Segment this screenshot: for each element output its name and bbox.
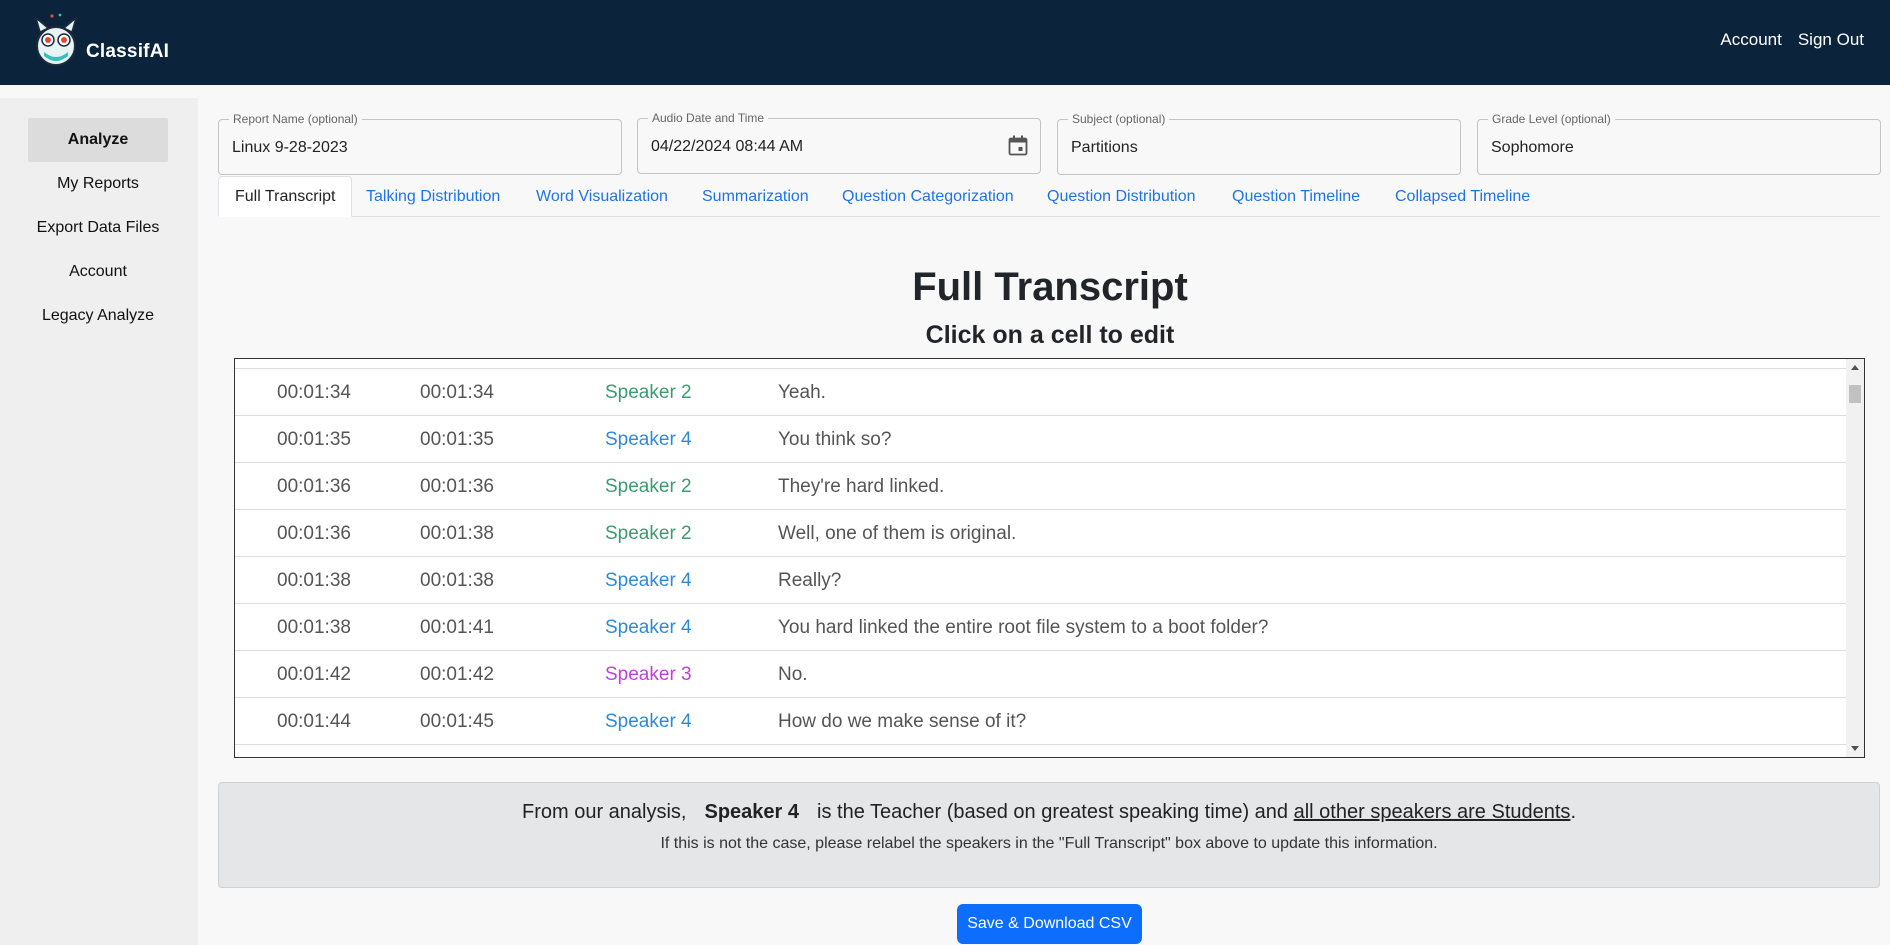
utterance-text-cell[interactable]: Well, one of them is original. xyxy=(778,523,1016,545)
tab-talking-distribution[interactable]: Talking Distribution xyxy=(366,176,500,217)
speaker-cell[interactable]: Speaker 2 xyxy=(605,523,692,545)
report-name-label: Report Name (optional) xyxy=(229,112,362,126)
table-row[interactable]: 00:01:34 00:01:34 Speaker 2 Yeah. xyxy=(235,369,1847,416)
end-time-cell[interactable]: 00:01:41 xyxy=(420,617,494,639)
utterance-text-cell[interactable]: How do we make sense of it? xyxy=(778,711,1026,733)
sidebar-item-legacy-analyze[interactable]: Legacy Analyze xyxy=(28,294,168,338)
speaker-cell[interactable]: Speaker 4 xyxy=(605,570,692,592)
tab-question-timeline[interactable]: Question Timeline xyxy=(1232,176,1360,217)
tab-question-categorization[interactable]: Question Categorization xyxy=(842,176,1014,217)
tab-question-distribution[interactable]: Question Distribution xyxy=(1047,176,1196,217)
end-time-cell[interactable]: 00:01:38 xyxy=(420,570,494,592)
utterance-text-cell[interactable]: Really? xyxy=(778,570,841,592)
brand-name[interactable]: ClassifAI xyxy=(86,41,169,63)
table-row[interactable]: 00:01:44 00:01:45 Speaker 4 How do we make … xyxy=(235,698,1847,745)
end-time-cell[interactable]: 00:01:42 xyxy=(420,664,494,686)
report-name-value[interactable]: Linux 9-28-2023 xyxy=(232,139,348,157)
sidebar-item-account[interactable]: Account xyxy=(28,250,168,294)
start-time-cell[interactable]: 00:01:36 xyxy=(277,476,351,498)
top-nav-links: Account Sign Out xyxy=(1720,30,1864,50)
scroll-down-icon[interactable] xyxy=(1851,746,1859,751)
teacher-analysis-box: From our analysis, Speaker 4 is the Teache… xyxy=(218,782,1880,888)
start-time-cell[interactable]: 00:01:42 xyxy=(277,664,351,686)
end-time-cell[interactable]: 00:01:38 xyxy=(420,523,494,545)
table-row[interactable]: 00:01:42 00:01:42 Speaker 3 No. xyxy=(235,651,1847,698)
sidebar-item-analyze[interactable]: Analyze xyxy=(28,118,168,162)
analysis-note: If this is not the case, please relabel … xyxy=(660,835,1438,852)
page-title: Full Transcript xyxy=(912,265,1188,309)
table-row[interactable]: 00:01:38 00:01:38 Speaker 4 Really? xyxy=(235,557,1847,604)
speaker-cell[interactable]: Speaker 3 xyxy=(605,664,692,686)
sidebar-item-export-data-files[interactable]: Export Data Files xyxy=(28,206,168,250)
utterance-text-cell[interactable]: You hard linked the entire root file sys… xyxy=(778,617,1268,639)
save-download-csv-button[interactable]: Save & Download CSV xyxy=(957,904,1142,944)
analysis-suffix: . xyxy=(1570,801,1576,823)
row-divider xyxy=(235,368,1847,369)
utterance-text-cell[interactable]: They're hard linked. xyxy=(778,476,944,498)
analysis-summary: From our analysis, Speaker 4 is the Teache… xyxy=(219,801,1879,824)
utterance-text-cell[interactable]: Yeah. xyxy=(778,382,826,404)
grade-level-field[interactable]: Grade Level (optional) Sophomore xyxy=(1477,112,1881,175)
speaker-cell[interactable]: Speaker 4 xyxy=(605,711,692,733)
tab-full-transcript[interactable]: Full Transcript xyxy=(218,176,353,217)
report-name-field[interactable]: Report Name (optional) Linux 9-28-2023 xyxy=(218,112,622,175)
utterance-text-cell[interactable]: No. xyxy=(778,664,808,686)
utterance-text-cell[interactable]: You think so? xyxy=(778,429,891,451)
top-navbar: ClassifAI Account Sign Out xyxy=(0,0,1890,85)
analysis-prefix: From our analysis, xyxy=(522,801,687,823)
report-tabs: Full Transcript Talking Distribution Wor… xyxy=(218,176,1880,217)
audio-date-label: Audio Date and Time xyxy=(648,111,769,125)
grade-level-label: Grade Level (optional) xyxy=(1488,112,1615,126)
audio-date-field[interactable]: Audio Date and Time 04/22/2024 08:44 AM xyxy=(637,111,1041,174)
audio-date-value[interactable]: 04/22/2024 08:44 AM xyxy=(651,138,803,156)
tab-collapsed-timeline[interactable]: Collapsed Timeline xyxy=(1395,176,1530,217)
table-row[interactable]: 00:01:36 00:01:38 Speaker 2 Well, one of th… xyxy=(235,510,1847,557)
speaker-cell[interactable]: Speaker 4 xyxy=(605,617,692,639)
scroll-up-icon[interactable] xyxy=(1851,365,1859,370)
scroll-thumb[interactable] xyxy=(1849,385,1861,403)
tab-word-visualization[interactable]: Word Visualization xyxy=(536,176,668,217)
end-time-cell[interactable]: 00:01:34 xyxy=(420,382,494,404)
start-time-cell[interactable]: 00:01:35 xyxy=(277,429,351,451)
start-time-cell[interactable]: 00:01:38 xyxy=(277,617,351,639)
classifai-logo-icon[interactable] xyxy=(30,12,82,68)
calendar-icon[interactable] xyxy=(1008,135,1028,157)
start-time-cell[interactable]: 00:01:34 xyxy=(277,382,351,404)
grade-level-value[interactable]: Sophomore xyxy=(1491,139,1574,157)
end-time-cell[interactable]: 00:01:45 xyxy=(420,711,494,733)
subject-label: Subject (optional) xyxy=(1068,112,1170,126)
analysis-students-link[interactable]: all other speakers are Students xyxy=(1294,801,1571,823)
end-time-cell[interactable]: 00:01:36 xyxy=(420,476,494,498)
speaker-cell[interactable]: Speaker 2 xyxy=(605,476,692,498)
start-time-cell[interactable]: 00:01:36 xyxy=(277,523,351,545)
nav-account-link[interactable]: Account xyxy=(1720,30,1781,50)
analysis-middle: is the Teacher (based on greatest speaki… xyxy=(817,801,1289,823)
start-time-cell[interactable]: 00:01:38 xyxy=(277,570,351,592)
tab-summarization[interactable]: Summarization xyxy=(702,176,809,217)
nav-sign-out-link[interactable]: Sign Out xyxy=(1798,30,1864,50)
speaker-cell[interactable]: Speaker 2 xyxy=(605,382,692,404)
table-row[interactable]: 00:01:35 00:01:35 Speaker 4 You think so? xyxy=(235,416,1847,463)
sidebar-item-my-reports[interactable]: My Reports xyxy=(28,162,168,206)
speaker-cell[interactable]: Speaker 4 xyxy=(605,429,692,451)
start-time-cell[interactable]: 00:01:44 xyxy=(277,711,351,733)
page-subtitle: Click on a cell to edit xyxy=(925,321,1175,349)
analysis-teacher-speaker: Speaker 4 xyxy=(704,801,800,823)
sidebar: Analyze My Reports Export Data Files Acc… xyxy=(0,98,198,945)
table-row[interactable]: 00:01:36 00:01:36 Speaker 2 They're hard li… xyxy=(235,463,1847,510)
subject-value[interactable]: Partitions xyxy=(1071,139,1138,157)
end-time-cell[interactable]: 00:01:35 xyxy=(420,429,494,451)
subject-field[interactable]: Subject (optional) Partitions xyxy=(1057,112,1461,175)
transcript-table[interactable]: 00:01:34 00:01:34 Speaker 2 Yeah. 00:01:35 00… xyxy=(234,358,1865,758)
table-row[interactable]: 00:01:38 00:01:41 Speaker 4 You hard linked… xyxy=(235,604,1847,651)
transcript-scrollbar[interactable] xyxy=(1846,359,1864,757)
